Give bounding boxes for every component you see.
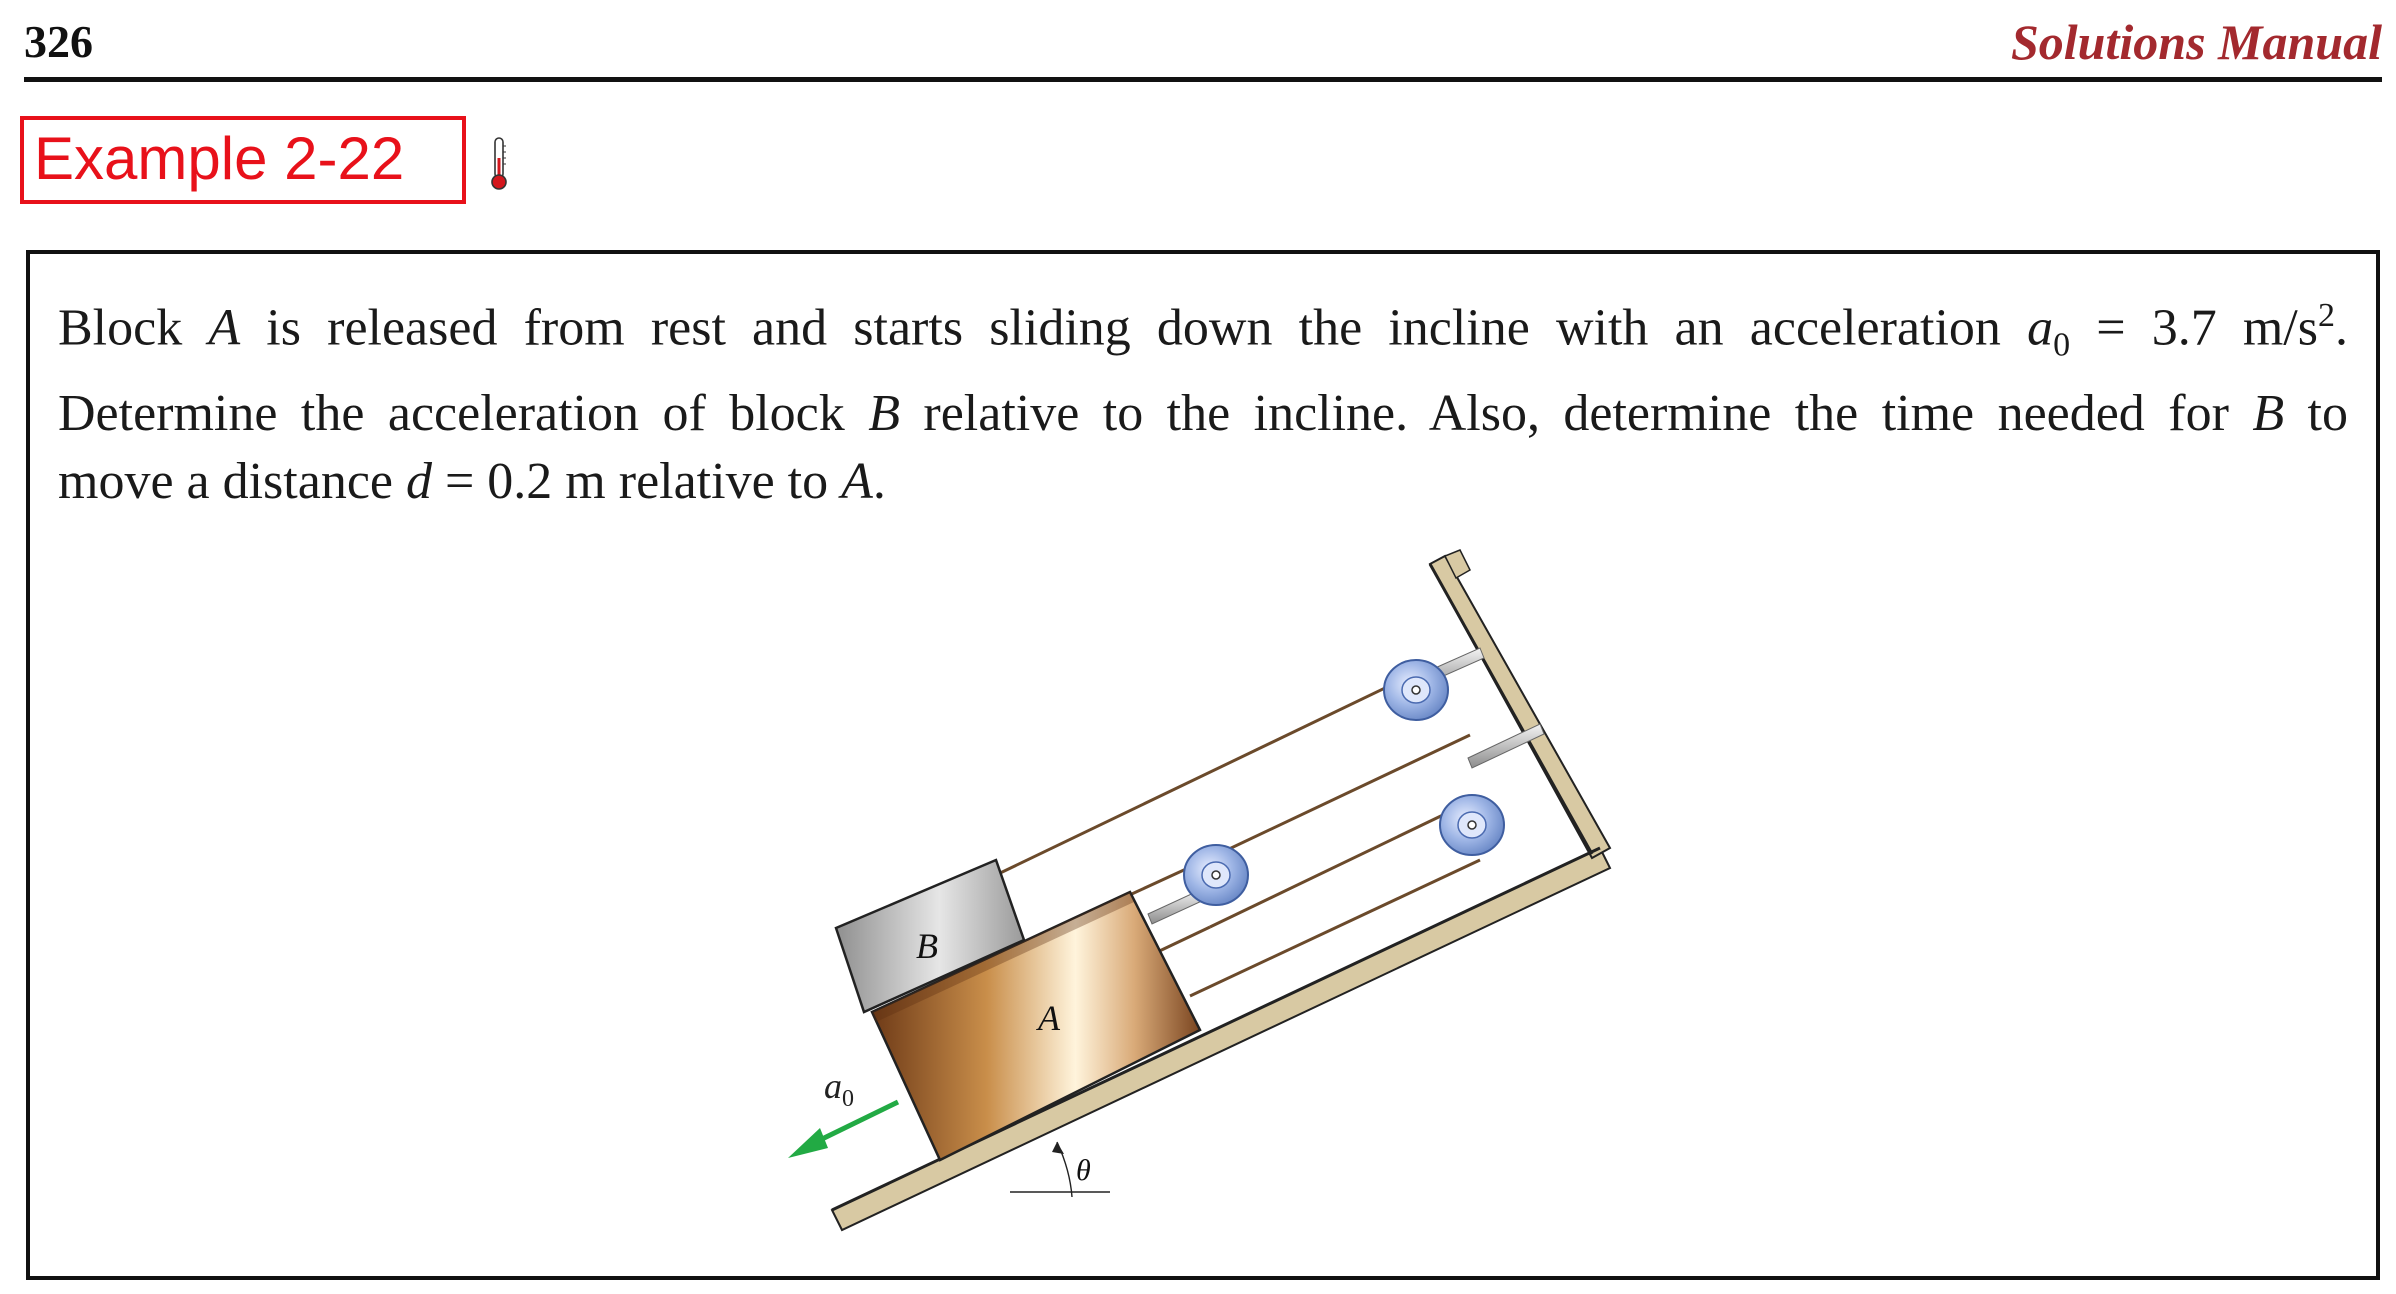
problem-line-2: Determine the acceleration of block B re… (58, 384, 2349, 442)
block-a-label: A (1036, 998, 1061, 1038)
angle-indicator: θ (1010, 1141, 1110, 1198)
pulley-middle (1183, 844, 1249, 906)
block-b-label: B (916, 926, 938, 966)
incline-diagram: θ B A a0 (780, 530, 1660, 1260)
header-rule (24, 77, 2382, 82)
acceleration-arrow: a0 (788, 1066, 900, 1158)
angle-label: θ (1076, 1154, 1091, 1187)
page-number: 326 (24, 16, 93, 67)
acceleration-label: a0 (824, 1066, 854, 1112)
page-header: 326 Solutions Manual (24, 12, 2382, 76)
problem-line-3: move a distance d = 0.2 m relative to A. (58, 452, 886, 510)
thermometer-icon (488, 136, 510, 192)
pulley-lower (1439, 794, 1505, 856)
example-title-box: Example 2-22 (20, 116, 466, 204)
problem-statement: Block A is released from rest and starts… (58, 282, 2348, 516)
example-label: Example 2-22 (34, 125, 405, 192)
manual-title: Solutions Manual (2010, 14, 2382, 70)
pulley-upper (1383, 659, 1449, 721)
problem-line-1: Block A is released from rest and starts… (58, 297, 2348, 364)
